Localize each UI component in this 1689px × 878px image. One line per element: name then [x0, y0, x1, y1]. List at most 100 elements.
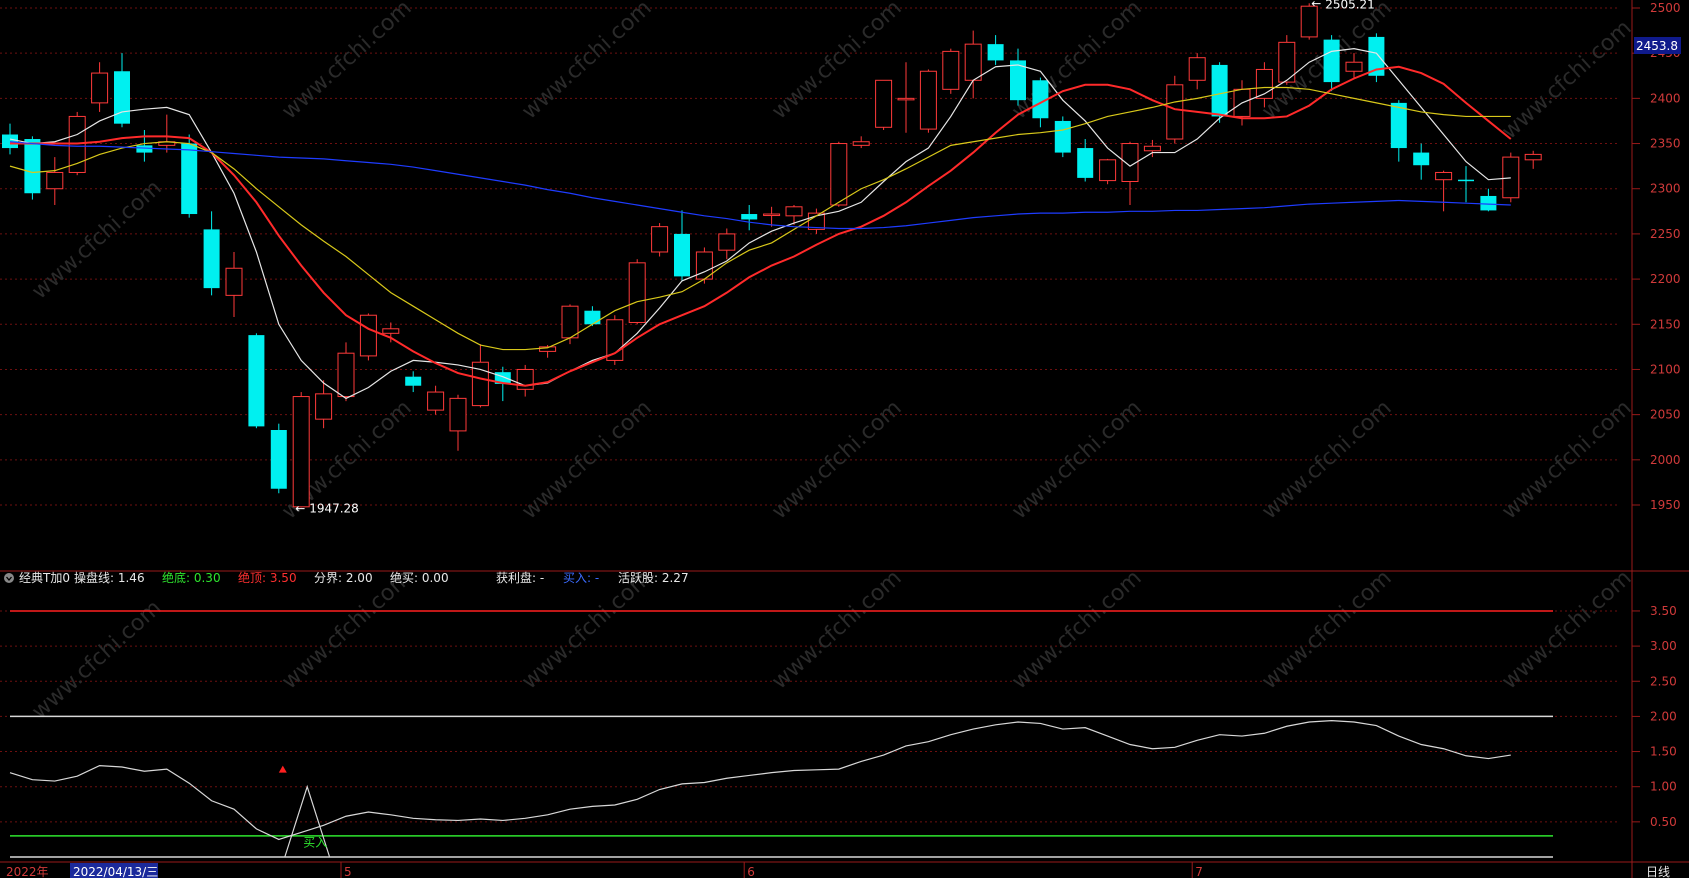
candle-down [1390, 100, 1407, 162]
month-label: 5 [344, 865, 352, 878]
candle-up [651, 223, 669, 257]
indicator-param: 获利盘: - [496, 570, 544, 585]
price-tick-label: 2100 [1650, 362, 1681, 376]
stock-chart-window: www.cfchi.com www.cfchi.com www.cfchi.com w… [0, 0, 1689, 878]
candle-up [1435, 170, 1453, 212]
candle-body [651, 226, 669, 253]
price-tick-label: 2150 [1650, 317, 1681, 331]
candle-down [1054, 116, 1071, 158]
candle-up [158, 114, 176, 153]
watermark-text: www.cfchi.com [517, 0, 656, 124]
candle-up [897, 62, 915, 133]
candle-body [2, 134, 18, 149]
candle-body [763, 213, 781, 217]
high-arrow-icon: ← [1311, 0, 1321, 10]
candle-body [449, 397, 467, 432]
candle-down [1480, 188, 1497, 212]
price-tick-label: 2250 [1650, 227, 1681, 241]
candle-up [785, 204, 803, 225]
indicator-param: 绝顶: 3.50 [238, 570, 297, 585]
candle-body [942, 50, 960, 90]
candle-down [584, 306, 601, 327]
candle-body [1211, 64, 1228, 117]
candle-down [181, 134, 198, 218]
candle-down [405, 371, 422, 393]
chart-canvas[interactable]: www.cfchi.com www.cfchi.com www.cfchi.com w… [0, 0, 1689, 878]
candle-up [628, 259, 646, 325]
price-tick-label: 2200 [1650, 272, 1681, 286]
candle-up [516, 364, 534, 397]
candle-down [741, 204, 758, 231]
low-price-label: 1947.28 [309, 501, 359, 515]
moving-average-line [10, 65, 1512, 387]
indicator-tick-label: 0.50 [1650, 815, 1677, 829]
candle-body [203, 229, 220, 289]
candle-body [741, 214, 758, 220]
candle-body [1188, 57, 1206, 81]
candle-down [270, 423, 287, 494]
price-tick-label: 2350 [1650, 137, 1681, 151]
indicator-tick-label: 3.50 [1650, 604, 1677, 618]
candle-body [628, 262, 646, 323]
candle-up [1502, 152, 1520, 203]
candle-body [919, 70, 937, 130]
candle-body [718, 233, 736, 251]
candle-body [561, 305, 579, 339]
indicator-name[interactable]: 经典T加0 [19, 571, 70, 585]
candle-up [1099, 158, 1117, 185]
price-tick-label: 2500 [1650, 1, 1681, 15]
candle-body [852, 141, 870, 146]
candle-down [1413, 143, 1430, 180]
candle-up [1278, 35, 1296, 85]
candle-body [337, 352, 355, 398]
candle-up [852, 136, 870, 149]
indicator-param: 活跃股: 2.27 [618, 571, 689, 585]
candle-up [292, 392, 310, 508]
low-arrow-icon: ← [295, 501, 305, 515]
period-label[interactable]: 日线 [1646, 865, 1670, 878]
candle-down [114, 53, 130, 128]
indicator-axis-ticks: 0.50 1.00 1.50 2.00 2.50 3.00 3.50 [1632, 604, 1677, 829]
candle-body [359, 314, 377, 357]
candle-body [46, 171, 64, 190]
candle-body [248, 335, 265, 427]
candle-body [1323, 39, 1340, 83]
candle-body [114, 71, 130, 124]
candle-down [1010, 48, 1026, 106]
watermark-text: www.cfchi.com [1497, 566, 1636, 695]
price-tick-label: 2400 [1650, 91, 1681, 105]
candle-up [875, 79, 893, 130]
candle-body [24, 139, 41, 194]
candle-up [427, 385, 445, 415]
watermark-text: www.cfchi.com [277, 0, 416, 124]
candle-down [248, 333, 265, 429]
indicator-menu-icon[interactable] [4, 573, 14, 583]
year-label: 2022年 [6, 865, 49, 878]
candle-body [674, 233, 690, 277]
candle-body [785, 206, 803, 217]
candle-body [584, 310, 601, 325]
candle-down [1458, 166, 1474, 203]
watermark-text: www.cfchi.com [1257, 566, 1396, 695]
price-tick-label: 2300 [1650, 182, 1681, 196]
candle-up [359, 313, 377, 361]
candle-down [203, 211, 220, 296]
watermark-text: www.cfchi.com [27, 596, 166, 725]
candle-body [382, 328, 400, 334]
candle-up [942, 48, 960, 94]
candle-body [292, 396, 310, 508]
candle-body [1413, 152, 1430, 166]
buy-signal-label: 买入 [303, 835, 327, 849]
indicator-param: 绝底: 0.30 [162, 570, 221, 585]
candle-body [427, 391, 445, 411]
candle-body [1502, 156, 1520, 199]
candle-body [1390, 102, 1407, 149]
candle-up [225, 251, 243, 318]
buy-signal-triangle-icon [278, 765, 287, 773]
indicator-tick-label: 2.50 [1650, 674, 1677, 688]
candle-up [91, 62, 109, 112]
candle-down [1323, 35, 1340, 92]
candle-body [1480, 195, 1497, 211]
month-label: 7 [1195, 865, 1203, 878]
indicator-param: 分界: 2.00 [314, 571, 373, 585]
